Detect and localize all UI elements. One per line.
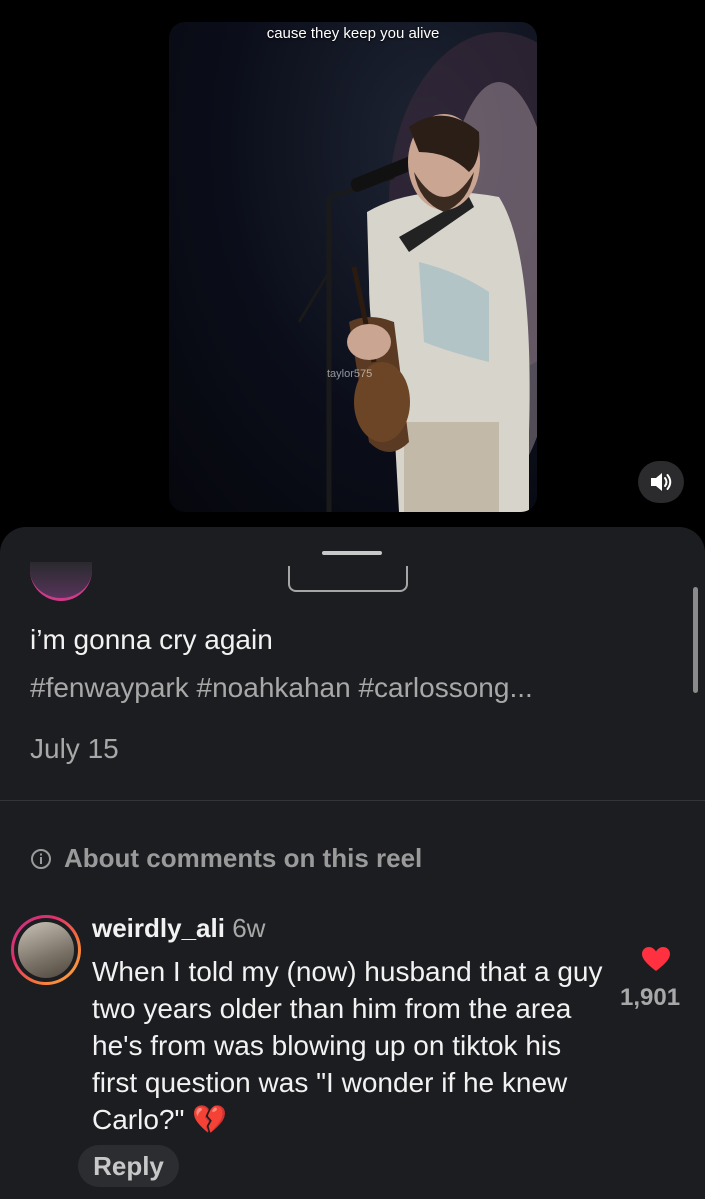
about-comments-link[interactable]: About comments on this reel: [30, 843, 422, 874]
about-comments-label: About comments on this reel: [64, 843, 423, 873]
speaker-icon: [651, 473, 672, 491]
divider: [0, 800, 705, 801]
reply-button[interactable]: Reply: [78, 1145, 179, 1187]
reel-caption-overlay: cause they keep you alive: [266, 25, 440, 42]
comment-header: weirdly_ali 6w: [92, 913, 265, 944]
post-caption: i’m gonna cry again: [30, 624, 273, 655]
reel-video[interactable]: cause they keep you alive taylor575: [169, 22, 537, 512]
commenter-avatar[interactable]: [11, 915, 81, 985]
commenter-username[interactable]: weirdly_ali: [92, 913, 225, 943]
heart-icon: [642, 947, 670, 971]
follow-button[interactable]: [288, 566, 408, 592]
post-date: July 15: [30, 733, 119, 764]
performer-image: [297, 32, 537, 512]
info-icon: [31, 848, 51, 869]
video-watermark: taylor575: [327, 368, 373, 380]
author-avatar[interactable]: [30, 562, 92, 601]
comment-age: 6w: [232, 913, 266, 943]
comments-sheet: i’m gonna cry again #fenwaypark #noahkah…: [0, 527, 705, 1199]
comment-text: When I told my (now) husband that a guy …: [92, 956, 603, 1135]
mute-toggle-button[interactable]: [638, 461, 684, 503]
sheet-drag-handle[interactable]: [322, 551, 382, 555]
author-username-clipped[interactable]: [108, 560, 266, 576]
like-count: 1,901: [620, 984, 681, 1011]
post-hashtags[interactable]: #fenwaypark #noahkahan #carlossong...: [30, 669, 533, 707]
like-button[interactable]: [641, 946, 671, 977]
scrollbar[interactable]: [693, 587, 698, 693]
